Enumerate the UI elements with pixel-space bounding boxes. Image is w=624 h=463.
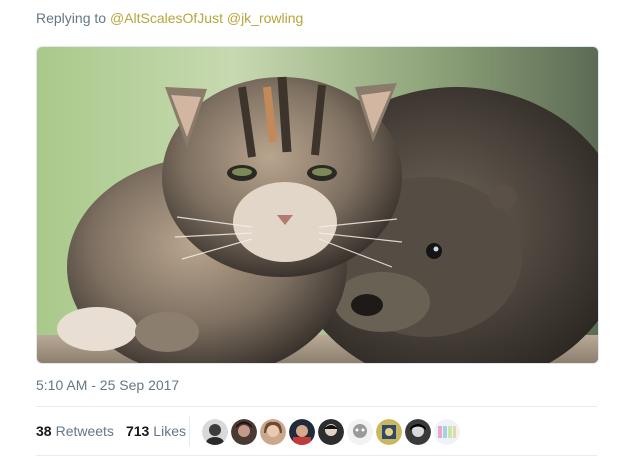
divider	[36, 455, 597, 456]
kitten-otter-photo	[37, 47, 598, 363]
stats-separator	[189, 416, 190, 446]
liker-avatar-7[interactable]	[376, 419, 402, 445]
tweet-timestamp[interactable]: 5:10 AM - 25 Sep 2017	[36, 377, 179, 393]
liker-avatar-4[interactable]	[289, 419, 315, 445]
likes-label: Likes	[153, 423, 186, 439]
retweets-count: 38	[36, 423, 52, 439]
mention-jk-rowling[interactable]: @jk_rowling	[227, 10, 303, 26]
liker-avatar-1[interactable]	[202, 419, 228, 445]
liker-avatar-6[interactable]	[347, 419, 373, 445]
liked-by-avatars	[202, 419, 460, 445]
liker-avatar-3[interactable]	[260, 419, 286, 445]
tweet-photo[interactable]	[36, 46, 599, 364]
liker-avatar-9[interactable]	[434, 419, 460, 445]
likes-stat[interactable]: 713 Likes	[126, 423, 186, 439]
mention-altscalesofjust[interactable]: @AltScalesOfJust	[110, 10, 223, 26]
retweets-label: Retweets	[55, 423, 114, 439]
liker-avatar-5[interactable]	[318, 419, 344, 445]
tweet-stats: 38 Retweets 713 Likes	[36, 407, 198, 455]
retweets-stat[interactable]: 38 Retweets	[36, 423, 114, 439]
replying-to-line: Replying to @AltScalesOfJust @jk_rowling	[36, 10, 303, 26]
liker-avatar-2[interactable]	[231, 419, 257, 445]
replying-to-label: Replying to	[36, 10, 107, 26]
liker-avatar-8[interactable]	[405, 419, 431, 445]
likes-count: 713	[125, 423, 150, 439]
